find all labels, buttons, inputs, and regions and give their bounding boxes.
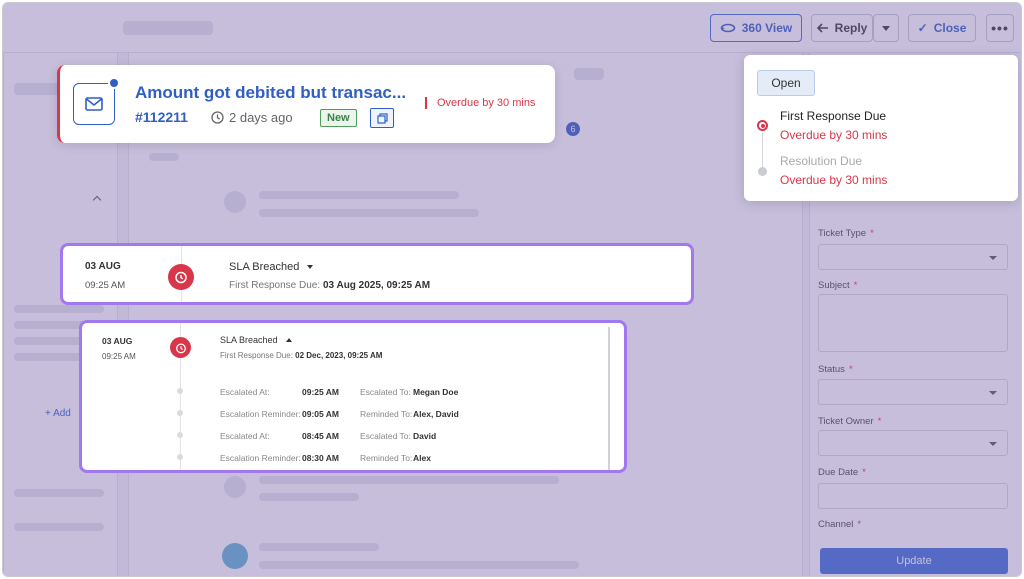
ticket-age-text: 2 days ago [229,110,293,125]
first-response-overdue: Overdue by 30 mins [780,128,888,142]
escalation-to-value: Alex [413,453,431,463]
app-frame: 360 View Reply ✓ Close ••• + Add 6 Ticke… [2,2,1022,577]
escalation-to-label: Reminded To: [360,409,413,419]
event-date: 03 AUG [102,336,133,346]
escalation-label: Escalation Reminder: [220,453,301,463]
event-date: 03 AUG [85,261,121,272]
first-response-due-line: First Response Due: 03 Aug 2025, 09:25 A… [229,280,430,291]
escalation-label: Escalation Reminder: [220,409,301,419]
ticket-header-card: Amount got debited but transac... #11221… [57,65,555,143]
escalation-to-label: Reminded To: [360,453,413,463]
sla-status-popover: Open First Response Due Overdue by 30 mi… [744,55,1018,201]
ticket-id: #112211 [135,109,188,125]
resolution-due-title: Resolution Due [780,154,863,168]
escalation-time: 09:05 AM [302,409,340,419]
caret-down-icon[interactable] [307,265,314,269]
overdue-indicator: Overdue by 30 mins [425,97,535,109]
pending-step-icon [758,167,767,176]
unread-dot [108,77,120,89]
first-response-due-value: 02 Dec, 2023, 09:25 AM [295,351,383,360]
escalation-to-value: Megan Doe [413,387,459,397]
escalation-time: 08:30 AM [302,453,340,463]
event-time: 09:25 AM [102,352,136,361]
event-time: 09:25 AM [85,280,126,291]
escalation-to-value: David [413,431,437,441]
escalation-time: 09:25 AM [302,387,340,397]
sla-breached-label: SLA Breached [229,261,300,273]
escalation-to-label: Escalated To: [360,431,411,441]
escalation-to-value: Alex, David [413,409,459,419]
step-connector [762,133,763,167]
status-open-pill[interactable]: Open [757,70,815,96]
escalation-time: 08:45 AM [302,431,340,441]
timeline-dot [177,388,183,394]
copy-button[interactable] [370,108,394,128]
alarm-clock-icon [168,264,194,290]
ticket-age: 2 days ago [211,110,293,125]
status-badge: New [320,109,357,127]
escalation-label: Escalated At: [220,387,270,397]
copy-icon [376,112,388,124]
clock-icon [211,111,224,124]
timeline-dot [177,454,183,460]
sla-breached-label: SLA Breached [220,335,278,345]
escalation-to-label: Escalated To: [360,387,411,397]
sla-breached-title: SLA Breached [220,335,292,345]
resolution-overdue: Overdue by 30 mins [780,173,888,187]
first-response-due-label: First Response Due: [220,351,293,360]
alarm-clock-icon [170,337,191,358]
first-response-due-title: First Response Due [780,109,887,123]
first-response-due-label: First Response Due: [229,280,321,291]
scrollbar[interactable] [608,327,610,470]
timeline-dot [177,410,183,416]
escalation-label: Escalated At: [220,431,270,441]
sla-breached-event-collapsed[interactable]: 03 AUG 09:25 AM SLA Breached First Respo… [60,243,694,305]
first-response-due-line: First Response Due: 02 Dec, 2023, 09:25 … [220,351,382,360]
envelope-icon [73,83,115,125]
caret-up-icon[interactable] [285,338,292,342]
ticket-title[interactable]: Amount got debited but transac... [135,83,406,103]
first-response-due-value: 03 Aug 2025, 09:25 AM [322,280,431,291]
sla-breached-title: SLA Breached [229,261,314,273]
timeline-dot [177,432,183,438]
active-step-icon [757,120,768,131]
sla-breached-event-expanded[interactable]: 03 AUG 09:25 AM SLA Breached First Respo… [79,320,627,473]
